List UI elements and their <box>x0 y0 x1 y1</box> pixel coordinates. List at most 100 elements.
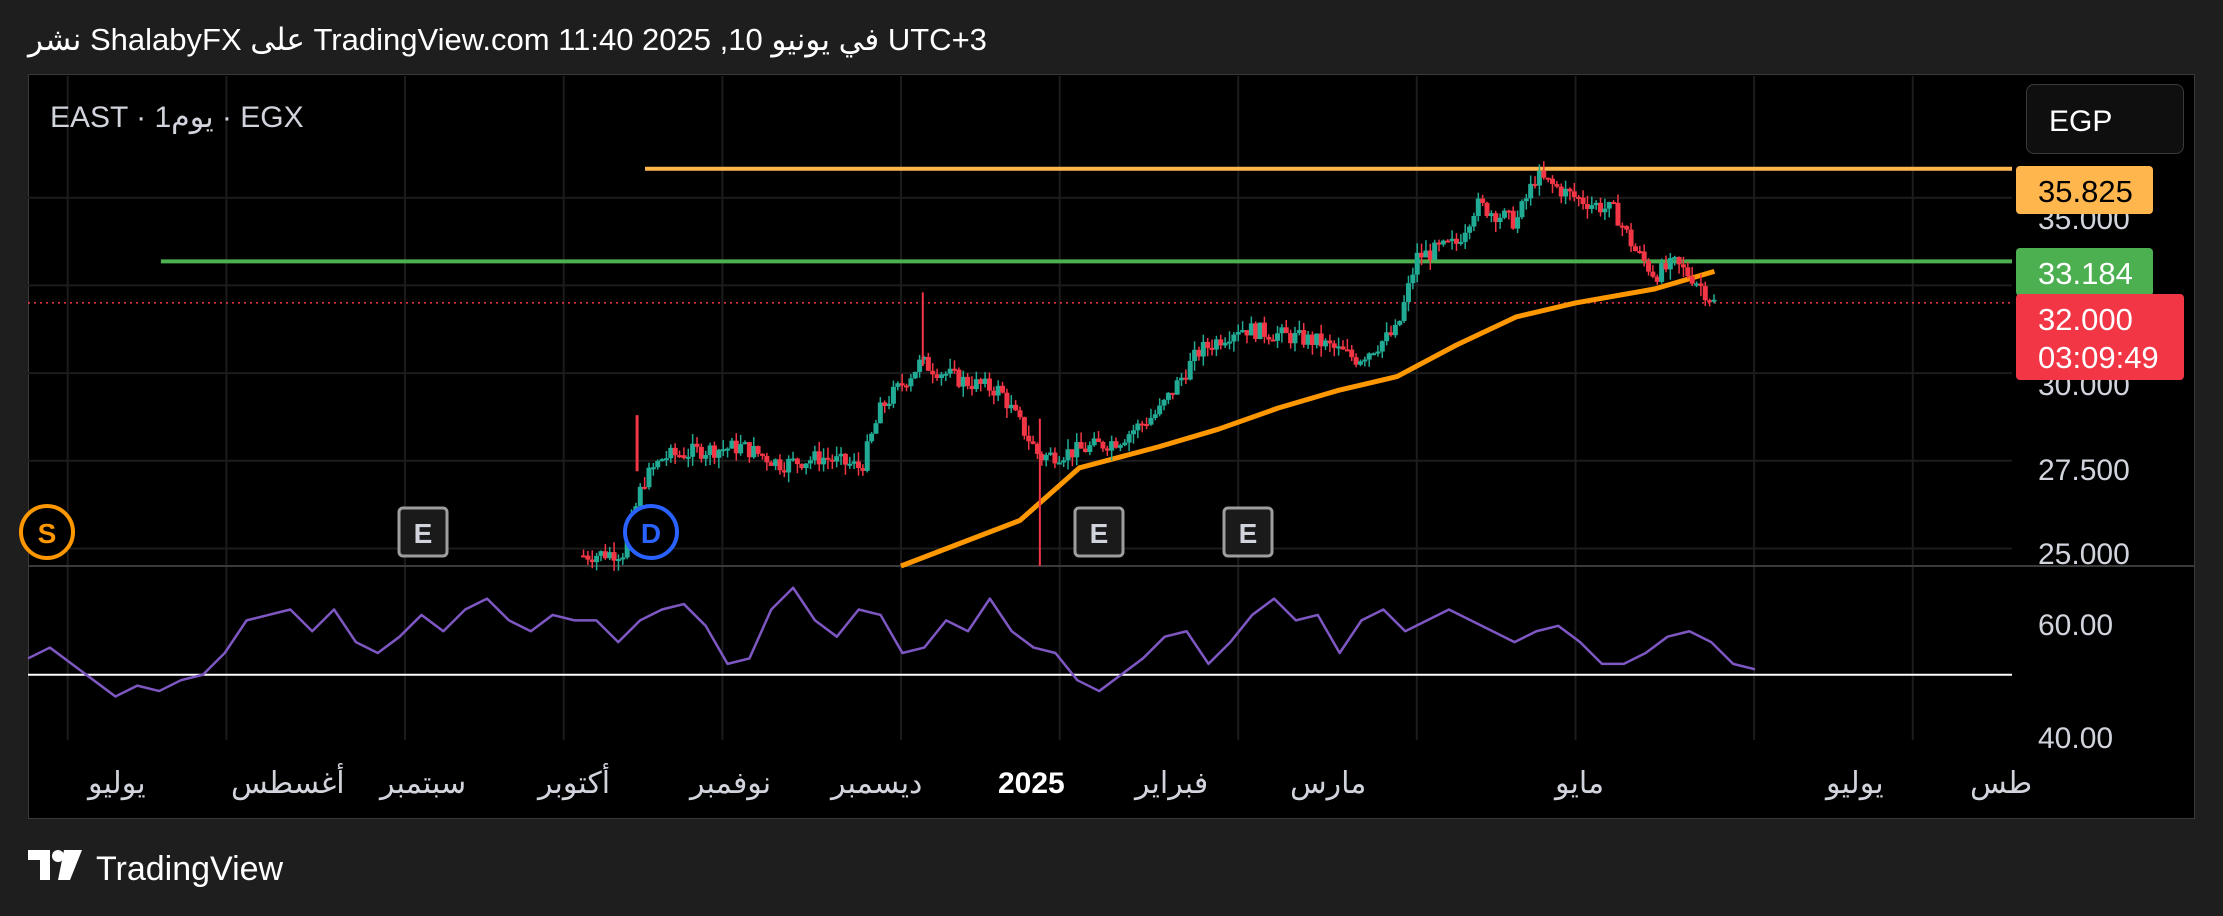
candle-body-220 <box>1541 170 1547 178</box>
candle-body-80 <box>930 370 936 375</box>
candle-body-108 <box>1052 452 1058 464</box>
candle-body-205 <box>1475 198 1481 217</box>
candle-body-114 <box>1078 442 1084 449</box>
candle-body-235 <box>1606 202 1612 209</box>
candle-body-122 <box>1113 441 1119 448</box>
candle-body-217 <box>1528 183 1534 199</box>
candle-body-41 <box>759 453 765 456</box>
candle-body-230 <box>1584 204 1590 209</box>
candle-body-181 <box>1371 353 1377 356</box>
candle-body-93 <box>986 378 992 391</box>
candle-body-0 <box>581 555 587 558</box>
candle-body-95 <box>995 385 1001 396</box>
candle-body-113 <box>1074 442 1080 458</box>
candle-body-212 <box>1506 210 1512 213</box>
candle-body-107 <box>1048 452 1054 455</box>
candle-body-3 <box>594 555 600 563</box>
candle-body-201 <box>1458 241 1464 244</box>
candle-body-221 <box>1545 177 1551 180</box>
candle-body-150 <box>1235 332 1241 335</box>
candle-body-63 <box>856 461 862 469</box>
last-price-tag-text-1: 03:09:49 <box>2038 340 2159 375</box>
candle-body-253 <box>1685 267 1691 277</box>
candle-body-120 <box>1104 448 1110 451</box>
candle-body-251 <box>1676 257 1682 265</box>
candle-body-250 <box>1672 257 1678 260</box>
candle-body-147 <box>1222 342 1228 346</box>
price-tick-3: 25.000 <box>2038 538 2130 571</box>
candle-body-199 <box>1449 238 1455 242</box>
candle-body-67 <box>873 423 879 434</box>
candle-body-119 <box>1100 442 1106 449</box>
candle-body-170 <box>1323 340 1329 347</box>
candle-body-68 <box>877 402 883 424</box>
candle-body-56 <box>825 457 831 460</box>
candle-body-232 <box>1593 202 1599 206</box>
candle-body-222 <box>1550 178 1556 185</box>
candle-body-42 <box>764 455 770 463</box>
candle-body-152 <box>1244 330 1250 336</box>
candle-body-75 <box>908 378 914 387</box>
candle-body-61 <box>847 463 853 466</box>
candle-body-145 <box>1213 339 1219 350</box>
x-tick-1: أغسطس <box>231 762 345 800</box>
candle-body-246 <box>1654 276 1660 282</box>
footer-brand[interactable]: TradingView <box>28 850 283 889</box>
candle-body-97 <box>1004 392 1010 409</box>
candle-body-45 <box>777 459 783 471</box>
candle-body-83 <box>943 373 949 376</box>
candle-body-146 <box>1218 339 1224 346</box>
candle-body-148 <box>1227 341 1233 344</box>
candle-body-156 <box>1261 322 1267 337</box>
candle-body-255 <box>1694 283 1700 286</box>
candle-body-32 <box>720 449 726 452</box>
candle-body-127 <box>1135 423 1141 431</box>
candle-body-226 <box>1567 188 1573 192</box>
candle-body-172 <box>1331 343 1337 348</box>
candle-body-39 <box>751 446 757 458</box>
candle-body-257 <box>1702 285 1708 301</box>
candle-body-171 <box>1327 340 1333 344</box>
candle-body-52 <box>807 460 813 464</box>
candle-body-252 <box>1680 264 1686 268</box>
price-chart[interactable]: S E D E E35.00030.00027.50025.00035.82533.18… <box>0 0 2223 916</box>
candle-body-211 <box>1501 210 1507 218</box>
candle-body-256 <box>1698 283 1704 286</box>
candle-body-92 <box>982 378 988 384</box>
candle-body-79 <box>925 356 931 371</box>
candle-body-161 <box>1283 327 1289 334</box>
candle-body-229 <box>1580 197 1586 205</box>
candle-body-131 <box>1152 414 1158 418</box>
candle-body-210 <box>1497 217 1503 223</box>
candle-body-85 <box>952 368 958 371</box>
event-label-1: E <box>414 518 433 549</box>
candle-body-134 <box>1165 392 1171 400</box>
candle-body-82 <box>938 374 944 379</box>
candle-body-191 <box>1414 252 1420 275</box>
candle-body-193 <box>1423 250 1429 258</box>
candle-body-86 <box>956 369 962 387</box>
candle-body-91 <box>978 379 984 384</box>
candle-body-197 <box>1440 240 1446 245</box>
tradingview-logo-icon <box>28 850 82 889</box>
symbol-label: EAST · 1يوم · EGX <box>50 101 304 134</box>
candle-body-175 <box>1344 349 1350 352</box>
candle-body-186 <box>1392 324 1398 336</box>
candle-body-164 <box>1296 330 1302 333</box>
event-label-3: E <box>1090 518 1109 549</box>
candle-body-44 <box>773 459 779 466</box>
candle-body-51 <box>803 463 809 469</box>
candle-body-20 <box>668 447 674 459</box>
candle-body-4 <box>598 551 604 556</box>
candle-body-258 <box>1707 300 1713 303</box>
candle-body-208 <box>1488 213 1494 217</box>
candle-body-143 <box>1205 341 1211 348</box>
candle-body-223 <box>1554 184 1560 187</box>
candle-body-15 <box>646 467 652 488</box>
candle-body-36 <box>738 444 744 454</box>
candle-body-37 <box>742 442 748 445</box>
candle-body-106 <box>1043 454 1049 461</box>
currency-button[interactable]: EGP <box>2026 84 2184 154</box>
candle-body-49 <box>794 458 800 465</box>
candle-body-38 <box>746 442 752 458</box>
